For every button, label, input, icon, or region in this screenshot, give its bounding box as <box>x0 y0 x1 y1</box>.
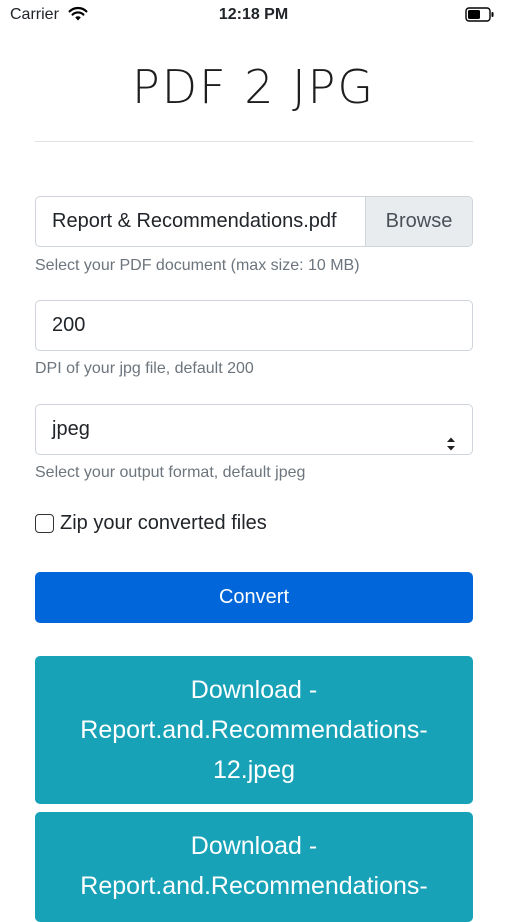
zip-option[interactable]: Zip your converted files <box>35 512 267 535</box>
convert-button[interactable]: Convert <box>35 572 473 623</box>
file-name-field[interactable]: Report & Recommendations.pdf <box>36 197 365 246</box>
download-line-3: 12.jpeg <box>212 756 296 784</box>
download-line-1: Download - <box>190 832 318 860</box>
format-help-text: Select your output format, default jpeg <box>35 464 306 481</box>
browse-button[interactable]: Browse <box>365 197 472 246</box>
download-line-2: Report.and.Recommendations- <box>80 872 428 900</box>
select-arrows-icon <box>446 422 456 471</box>
clock: 12:18 PM <box>218 6 289 23</box>
status-bar: Carrier 12:18 PM <box>0 0 507 30</box>
file-help-text: Select your PDF document (max size: 10 M… <box>35 257 360 274</box>
divider <box>35 141 473 142</box>
dpi-help-text: DPI of your jpg file, default 200 <box>35 360 254 377</box>
download-line-2: Report.and.Recommendations- <box>80 716 428 744</box>
download-line-1: Download - <box>190 676 318 704</box>
zip-label[interactable]: Zip your converted files <box>60 512 267 535</box>
dpi-input[interactable]: 200 <box>35 300 473 351</box>
download-button-1[interactable]: Download - Report.and.Recommendations- 1… <box>35 656 473 804</box>
zip-checkbox[interactable] <box>35 514 54 533</box>
format-select[interactable]: jpeg <box>35 404 473 455</box>
battery-icon <box>465 7 495 27</box>
file-input[interactable]: Report & Recommendations.pdf Browse <box>35 196 473 247</box>
format-selected-value: jpeg <box>52 418 90 440</box>
download-button-2[interactable]: Download - Report.and.Recommendations- <box>35 812 473 922</box>
page-title: PDF 2 JPG <box>131 60 376 114</box>
